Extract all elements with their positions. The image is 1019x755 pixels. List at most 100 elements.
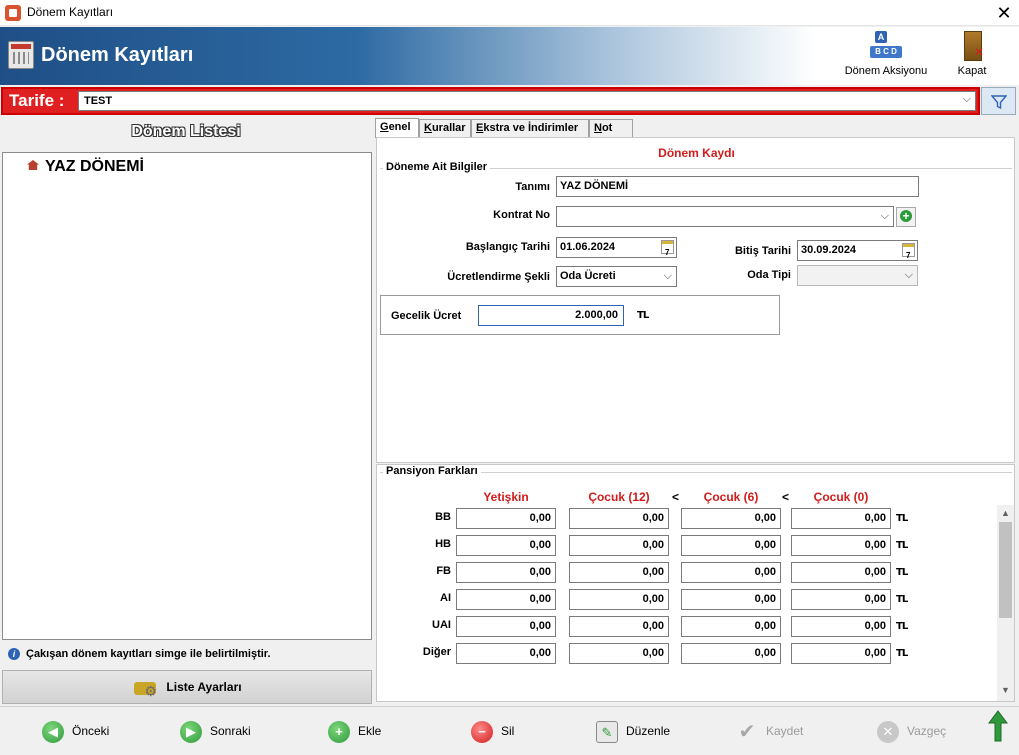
row-label-diğer: Diğer — [422, 646, 451, 658]
tab-not[interactable]: Not — [589, 119, 633, 138]
price-input[interactable]: 0,00 — [569, 643, 669, 664]
price-input[interactable]: 0,00 — [456, 535, 556, 556]
arrow-right-icon: ▶ — [180, 720, 202, 743]
scroll-thumb[interactable] — [999, 522, 1012, 618]
window-title: Dönem Kayıtları — [27, 5, 114, 19]
settings-icon — [132, 675, 160, 707]
donem-kaydi-title: Dönem Kaydı — [658, 146, 735, 160]
kaydet-button[interactable]: ✔ Kaydet — [736, 718, 804, 744]
scroll-up-icon[interactable]: ▲ — [997, 508, 1014, 518]
tab-ekstra-indirimler[interactable]: Ekstra ve İndirimler — [471, 119, 589, 138]
kapat-button[interactable]: Kapat — [947, 31, 997, 77]
calendar-icon[interactable] — [902, 243, 915, 265]
info-icon: i — [8, 648, 20, 660]
house-icon — [27, 160, 39, 170]
donem-list[interactable]: YAZ DÖNEMİ — [2, 152, 372, 640]
sil-label: Sil — [501, 724, 515, 738]
tab-genel[interactable]: Genel — [375, 118, 419, 138]
tarife-select[interactable]: TEST ⌵ — [78, 91, 976, 111]
arrow-up-icon[interactable] — [988, 710, 1008, 742]
add-kontrat-button[interactable] — [896, 207, 916, 227]
gecelik-ucret-input[interactable]: 2.000,00 — [478, 305, 624, 326]
bitis-tarihi-input[interactable]: 30.09.2024 — [797, 240, 918, 265]
onceki-label: Önceki — [72, 724, 110, 738]
donem-aksiyonu-label: Dönem Aksiyonu — [844, 65, 928, 77]
price-input[interactable]: 0,00 — [791, 643, 891, 664]
pansiyon-farklari-panel: Pansiyon Farkları Yetişkin Çocuk (12) < … — [376, 464, 1015, 702]
vazgec-label: Vazgeç — [907, 724, 947, 738]
scroll-down-icon[interactable]: ▼ — [997, 685, 1014, 695]
price-input[interactable]: 0,00 — [569, 616, 669, 637]
door-exit-icon — [956, 31, 988, 61]
liste-ayarlari-label: Liste Ayarları — [166, 680, 242, 694]
vazgec-button[interactable]: ✕ Vazgeç — [877, 718, 946, 744]
price-input[interactable]: 0,00 — [569, 589, 669, 610]
window-titlebar: Dönem Kayıtları ✕ — [0, 0, 1019, 26]
checkmark-icon: ✔ — [738, 720, 756, 743]
sonraki-button[interactable]: ▶ Sonraki — [180, 718, 251, 744]
price-input[interactable]: 0,00 — [681, 562, 781, 583]
chevron-down-icon: ⌵ — [663, 270, 672, 282]
filter-button[interactable] — [981, 87, 1016, 115]
price-input[interactable]: 0,00 — [456, 508, 556, 529]
price-input[interactable]: 0,00 — [791, 562, 891, 583]
liste-ayarlari-button[interactable]: Liste Ayarları — [2, 670, 372, 707]
price-input[interactable]: 0,00 — [569, 562, 669, 583]
ucretlendirme-sekli-label: Ücretlendirme Şekli — [447, 271, 550, 283]
onceki-button[interactable]: ◀ Önceki — [42, 718, 109, 744]
price-input[interactable]: 0,00 — [569, 508, 669, 529]
price-input[interactable]: 0,00 — [681, 508, 781, 529]
page-title: Dönem Kayıtları — [41, 44, 194, 66]
tanimi-label: Tanımı — [515, 181, 550, 193]
gecelik-ucret-label: Gecelik Ücret — [391, 310, 462, 322]
less-than-sign: < — [782, 490, 790, 504]
price-input[interactable]: 0,00 — [681, 535, 781, 556]
duzenle-button[interactable]: ✎ Düzenle — [596, 718, 670, 744]
pansiyon-scrollbar[interactable]: ▲ ▼ — [997, 505, 1014, 701]
price-input[interactable]: 0,00 — [456, 562, 556, 583]
baslangic-tarihi-input[interactable]: 01.06.2024 — [556, 237, 677, 262]
cancel-icon: ✕ — [877, 720, 899, 743]
donem-aksiyonu-button[interactable]: Dönem Aksiyonu — [843, 31, 929, 77]
info-text: Çakışan dönem kayıtları simge ile belirt… — [26, 648, 271, 660]
kontrat-no-select[interactable]: ⌵ — [556, 206, 894, 227]
plus-icon: + — [328, 720, 350, 743]
currency-label: TL — [896, 567, 908, 578]
window-close-icon[interactable]: ✕ — [989, 0, 1019, 26]
ucretlendirme-sekli-select[interactable]: Oda Ücreti ⌵ — [556, 266, 677, 287]
chevron-down-icon: ⌵ — [880, 210, 889, 222]
row-label-ai: AI — [440, 592, 451, 604]
price-input[interactable]: 0,00 — [791, 589, 891, 610]
price-input[interactable]: 0,00 — [791, 508, 891, 529]
price-input[interactable]: 0,00 — [681, 616, 781, 637]
tab-kurallar[interactable]: Kurallar — [419, 119, 471, 138]
tarife-label: Tarife : — [9, 91, 65, 110]
oda-tipi-select[interactable]: ⌵ — [797, 265, 918, 286]
oda-tipi-label: Oda Tipi — [747, 269, 791, 281]
price-input[interactable]: 0,00 — [456, 643, 556, 664]
donem-listesi-title: Dönem Listesi — [131, 123, 241, 140]
price-input[interactable]: 0,00 — [456, 616, 556, 637]
tarife-value: TEST — [84, 95, 113, 107]
doneme-ait-bilgiler-title: Döneme Ait Bilgiler — [383, 161, 491, 173]
list-item[interactable]: YAZ DÖNEMİ — [27, 158, 144, 176]
tanimi-input[interactable]: YAZ DÖNEMİ — [556, 176, 919, 197]
minus-icon: − — [471, 720, 493, 743]
baslangic-tarihi-value: 01.06.2024 — [560, 241, 616, 253]
price-input[interactable]: 0,00 — [681, 643, 781, 664]
ucretlendirme-sekli-value: Oda Ücreti — [560, 270, 616, 282]
price-input[interactable]: 0,00 — [791, 616, 891, 637]
ekle-button[interactable]: + Ekle — [328, 718, 381, 744]
row-label-hb: HB — [435, 538, 451, 550]
price-input[interactable]: 0,00 — [456, 589, 556, 610]
kaydet-label: Kaydet — [766, 724, 804, 738]
price-input[interactable]: 0,00 — [569, 535, 669, 556]
chevron-down-icon: ⌵ — [904, 269, 913, 281]
abc-blocks-icon — [870, 31, 902, 61]
currency-label: TL — [896, 540, 908, 551]
row-label-bb: BB — [435, 511, 451, 523]
price-input[interactable]: 0,00 — [791, 535, 891, 556]
sil-button[interactable]: − Sil — [471, 718, 514, 744]
calendar-icon[interactable] — [661, 240, 674, 262]
price-input[interactable]: 0,00 — [681, 589, 781, 610]
